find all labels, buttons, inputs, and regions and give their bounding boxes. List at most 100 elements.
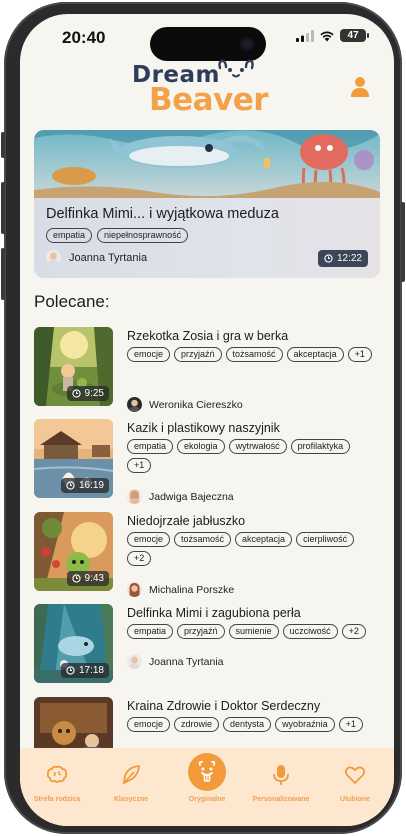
author-name: Jadwiga Bajeczna [149,490,234,503]
story-tags: empatia przyjaźń sumienie uczciwość +2 [127,624,372,639]
duration-badge: 17:18 [60,663,109,678]
tag[interactable]: cierpliwość [296,532,355,547]
nav-label: Klasyczne [113,796,149,803]
tag[interactable]: dentysta [223,717,272,732]
story-thumbnail: 9:25 [34,327,113,406]
tag-more[interactable]: +2 [127,551,152,566]
featured-title: Delfinka Mimi... i wyjątkowa meduza [46,206,279,222]
status-bar: 20:40 47 [20,14,394,62]
tag[interactable]: profilaktyka [290,439,351,454]
nav-label: Oryginalne [188,796,226,803]
story-author: Weronika Ciereszko [127,397,243,412]
volume-up-button [1,182,5,234]
author-avatar [127,654,142,669]
tag[interactable]: ekologia [177,439,225,454]
beaver-icon [198,760,216,782]
nav-label: Personalizowane [252,796,310,803]
center-nav-button[interactable] [188,753,226,791]
battery-icon: 47 [340,29,369,42]
story-title: Niedojrzałe jabłuszko [127,514,246,528]
featured-tags: empatia niepełnosprawność [46,228,189,243]
tag[interactable]: przyjaźń [177,624,225,639]
author-avatar [127,582,142,597]
dynamic-island [150,27,266,61]
tag[interactable]: empatia [127,439,174,454]
tag[interactable]: akceptacja [235,532,293,547]
brain-icon [46,765,68,783]
tag-more[interactable]: +1 [338,717,363,732]
featured-author: Joanna Tyrtania [46,250,147,265]
camera-icon [240,37,254,51]
bottom-navigation: Strefa rodzica Klasyczne Oryginalne Pers… [20,748,394,826]
tag-more[interactable]: +1 [127,458,152,473]
tag[interactable]: tożsamość [174,532,232,547]
power-button [401,202,405,282]
author-avatar [46,250,61,265]
status-icons: 47 [296,29,369,42]
tag[interactable]: akceptacja [286,347,344,362]
beaver-face-icon [218,59,254,78]
nav-item-oryginalne[interactable]: Oryginalne [172,748,242,826]
action-button [1,132,5,158]
duration-badge: 16:19 [60,478,109,493]
signal-icon [296,29,314,42]
nav-item-ulubione[interactable]: Ulubione [320,748,390,826]
story-tags: empatia ekologia wytrwałość profilaktyka… [127,439,372,473]
app-logo[interactable]: Dream Beaver [128,58,288,124]
phone-frame: 20:40 47 Dream Beaver Delfinka Mimi... i… [1,2,405,834]
story-author: Jadwiga Bajeczna [127,489,234,504]
tag[interactable]: przyjaźń [174,347,222,362]
tag-more[interactable]: +2 [341,624,366,639]
featured-illustration [34,130,380,198]
tag[interactable]: uczciwość [282,624,338,639]
tag[interactable]: emocje [127,532,171,547]
featured-story-card[interactable]: Delfinka Mimi... i wyjątkowa meduza empa… [34,130,380,278]
microphone-icon [273,765,289,785]
nav-label: Strefa rodzica [33,796,81,803]
tag[interactable]: wyobraźnia [275,717,335,732]
author-name: Joanna Tyrtania [69,251,148,264]
volume-down-button [1,248,5,300]
wifi-icon [320,31,334,41]
duration-text: 16:19 [78,480,104,491]
nav-item-klasyczne[interactable]: Klasyczne [96,748,166,826]
duration-text: 17:18 [78,665,104,676]
clock-icon [66,481,75,490]
tag[interactable]: sumienie [228,624,279,639]
tag[interactable]: wytrwałość [228,439,287,454]
tag[interactable]: empatia [127,624,174,639]
story-tags: emocje zdrowie dentysta wyobraźnia +1 [127,717,372,732]
heart-icon [344,766,366,784]
tag[interactable]: emocje [127,347,171,362]
app-screen: 20:40 47 Dream Beaver Delfinka Mimi... i… [20,14,394,826]
author-avatar [127,489,142,504]
nav-item-personalizowane[interactable]: Personalizowane [246,748,316,826]
tag[interactable]: tożsamość [225,347,283,362]
clock-icon [66,666,75,675]
clock-icon [71,574,81,583]
story-item[interactable]: 17:18 Delfinka Mimi i zagubiona perła em… [34,604,380,686]
story-tags: emocje tożsamość akceptacja cierpliwość … [127,532,372,566]
story-item[interactable]: 9:43 Niedojrzałe jabłuszko emocje tożsam… [34,512,380,597]
story-item[interactable]: 9:25 Rzekotka Zosia i gra w berka emocje… [34,327,380,412]
logo-text-beaver: Beaver [149,82,269,118]
tag[interactable]: niepełnosprawność [97,228,189,243]
tag[interactable]: empatia [46,228,93,243]
tag[interactable]: zdrowie [174,717,220,732]
status-time: 20:40 [62,28,106,47]
author-avatar [127,397,142,412]
author-name: Weronika Ciereszko [149,398,243,411]
story-thumbnail: 16:19 [34,419,113,498]
story-item[interactable]: 16:19 Kazik i plastikowy naszyjnik empat… [34,419,380,504]
profile-icon[interactable] [350,76,370,98]
duration-badge: 12:22 [317,250,368,267]
author-name: Michalina Porszke [149,583,235,596]
tag-more[interactable]: +1 [347,347,372,362]
duration-text: 12:22 [336,253,362,264]
story-thumbnail: 9:43 [34,512,113,591]
duration-badge: 9:25 [66,386,109,401]
story-author: Michalina Porszke [127,582,234,597]
tag[interactable]: emocje [127,717,171,732]
section-title: Polecane: [34,292,110,311]
nav-item-strefa-rodzica[interactable]: Strefa rodzica [22,748,92,826]
